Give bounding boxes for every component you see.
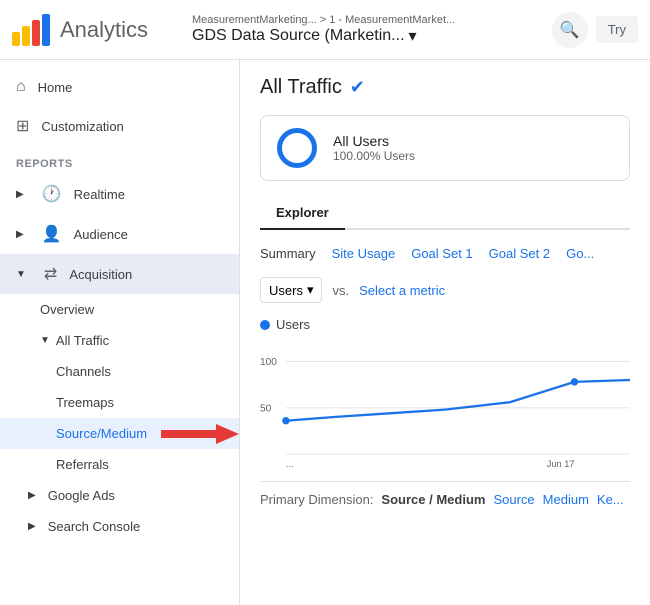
legend-dot bbox=[260, 320, 270, 330]
sidebar-item-realtime[interactable]: ▶ 🕐 Realtime bbox=[0, 174, 239, 214]
dim-link-source[interactable]: Source bbox=[493, 492, 534, 507]
search-console-label: Search Console bbox=[48, 519, 141, 534]
sub-tab-site-usage[interactable]: Site Usage bbox=[332, 242, 396, 265]
sidebar-item-home[interactable]: ⌂ Home bbox=[0, 68, 239, 106]
page-title: All Traffic bbox=[260, 76, 342, 99]
segment-pct: 100.00% Users bbox=[333, 149, 415, 163]
datasource-name: GDS Data Source (Marketin... bbox=[192, 27, 405, 45]
sidebar-item-label: Audience bbox=[74, 227, 128, 242]
content-area: All Traffic ✔ All Users 100.00% Users Ex… bbox=[240, 60, 650, 605]
sidebar-item-label: Acquisition bbox=[69, 267, 132, 282]
sidebar-item-treemaps[interactable]: Treemaps bbox=[0, 387, 239, 418]
logo-icon bbox=[12, 14, 50, 46]
sidebar-item-acquisition[interactable]: ▼ ⇄ Acquisition bbox=[0, 254, 239, 294]
svg-text:Jun 17: Jun 17 bbox=[547, 459, 575, 469]
logo-bar-4 bbox=[42, 14, 50, 46]
sidebar-item-all-traffic[interactable]: ▼ All Traffic bbox=[0, 325, 239, 356]
source-medium-label: Source/Medium bbox=[56, 426, 147, 441]
channels-label: Channels bbox=[56, 364, 111, 379]
sidebar: ⌂ Home ⊞ Customization REPORTS ▶ 🕐 Realt… bbox=[0, 60, 240, 605]
chevron-right-icon: ▶ bbox=[28, 521, 36, 532]
segment-name: All Users bbox=[333, 133, 415, 149]
try-button[interactable]: Try bbox=[596, 16, 638, 43]
app-title: Analytics bbox=[60, 17, 148, 43]
logo-bar-3 bbox=[32, 20, 40, 46]
legend-label: Users bbox=[276, 317, 310, 332]
search-button[interactable]: 🔍 bbox=[552, 12, 588, 48]
primary-dim-active[interactable]: Source / Medium bbox=[381, 492, 485, 507]
sidebar-item-source-medium[interactable]: Source/Medium bbox=[0, 418, 239, 449]
svg-text:...: ... bbox=[286, 459, 294, 469]
metric-label: Users bbox=[269, 283, 303, 298]
chart-area: Users 100 50 ... Jun 17 bbox=[260, 317, 630, 477]
select-metric-link[interactable]: Select a metric bbox=[359, 283, 445, 298]
sidebar-item-google-ads[interactable]: ▶ Google Ads bbox=[0, 480, 239, 511]
breadcrumb: MeasurementMarketing... > 1 - Measuremen… bbox=[192, 14, 552, 26]
sub-tab-go[interactable]: Go... bbox=[566, 242, 594, 265]
person-icon: 👤 bbox=[42, 224, 62, 244]
header-actions: 🔍 Try bbox=[552, 12, 638, 48]
segment-card: All Users 100.00% Users bbox=[260, 115, 630, 181]
referrals-label: Referrals bbox=[56, 457, 109, 472]
segment-info: All Users 100.00% Users bbox=[333, 133, 415, 163]
sidebar-item-search-console[interactable]: ▶ Search Console bbox=[0, 511, 239, 542]
google-ads-label: Google Ads bbox=[48, 488, 115, 503]
main-layout: ⌂ Home ⊞ Customization REPORTS ▶ 🕐 Realt… bbox=[0, 60, 650, 605]
sub-tab-goal-set-2[interactable]: Goal Set 2 bbox=[489, 242, 550, 265]
primary-dim-label: Primary Dimension: bbox=[260, 492, 373, 507]
overview-label: Overview bbox=[40, 302, 94, 317]
all-traffic-label: All Traffic bbox=[56, 333, 109, 348]
svg-text:50: 50 bbox=[260, 403, 272, 414]
acquisition-icon: ⇄ bbox=[44, 264, 57, 284]
sidebar-item-audience[interactable]: ▶ 👤 Audience bbox=[0, 214, 239, 254]
sub-tab-summary[interactable]: Summary bbox=[260, 242, 316, 265]
header: Analytics MeasurementMarketing... > 1 - … bbox=[0, 0, 650, 60]
sidebar-item-overview[interactable]: Overview bbox=[0, 294, 239, 325]
sidebar-item-channels[interactable]: Channels bbox=[0, 356, 239, 387]
sidebar-item-label: Home bbox=[38, 80, 73, 95]
search-icon: 🔍 bbox=[560, 20, 580, 40]
home-icon: ⌂ bbox=[16, 78, 26, 96]
chevron-down-icon: ▾ bbox=[409, 26, 417, 46]
reports-section-label: REPORTS bbox=[0, 146, 239, 174]
annotation-arrow bbox=[161, 420, 240, 448]
chevron-right-icon: ▶ bbox=[28, 490, 36, 501]
tab-explorer[interactable]: Explorer bbox=[260, 197, 345, 230]
grid-icon: ⊞ bbox=[16, 116, 29, 136]
sidebar-item-customization[interactable]: ⊞ Customization bbox=[0, 106, 239, 146]
logo-bar-1 bbox=[12, 32, 20, 46]
chart-legend: Users bbox=[260, 317, 630, 332]
chevron-right-icon: ▶ bbox=[16, 189, 24, 200]
dim-link-keyword[interactable]: Ke... bbox=[597, 492, 624, 507]
chevron-down-icon: ▼ bbox=[40, 335, 50, 346]
sub-tabs: Summary Site Usage Goal Set 1 Goal Set 2… bbox=[260, 242, 630, 265]
sidebar-item-referrals[interactable]: Referrals bbox=[0, 449, 239, 480]
page-title-row: All Traffic ✔ bbox=[260, 76, 630, 99]
tab-bar: Explorer bbox=[260, 197, 630, 230]
datasource-area: MeasurementMarketing... > 1 - Measuremen… bbox=[182, 14, 552, 46]
sub-tab-goal-set-1[interactable]: Goal Set 1 bbox=[411, 242, 472, 265]
logo-area: Analytics bbox=[12, 14, 182, 46]
treemaps-label: Treemaps bbox=[56, 395, 114, 410]
metric-select[interactable]: Users ▾ bbox=[260, 277, 322, 303]
metric-row: Users ▾ vs. Select a metric bbox=[260, 277, 630, 303]
clock-icon: 🕐 bbox=[42, 184, 62, 204]
dim-link-medium[interactable]: Medium bbox=[543, 492, 589, 507]
svg-text:100: 100 bbox=[260, 357, 277, 368]
line-chart: 100 50 ... Jun 17 bbox=[260, 340, 630, 470]
datasource-selector[interactable]: GDS Data Source (Marketin... ▾ bbox=[192, 26, 552, 46]
sidebar-item-label: Customization bbox=[41, 119, 123, 134]
chevron-right-icon: ▶ bbox=[16, 229, 24, 240]
sidebar-item-label: Realtime bbox=[74, 187, 125, 202]
chevron-down-icon: ▾ bbox=[307, 282, 314, 298]
primary-dimension-bar: Primary Dimension: Source / Medium Sourc… bbox=[260, 481, 630, 507]
donut-chart bbox=[277, 128, 317, 168]
chevron-down-icon: ▼ bbox=[16, 269, 26, 280]
logo-bar-2 bbox=[22, 26, 30, 46]
verified-icon: ✔ bbox=[350, 77, 365, 98]
vs-label: vs. bbox=[332, 283, 349, 298]
